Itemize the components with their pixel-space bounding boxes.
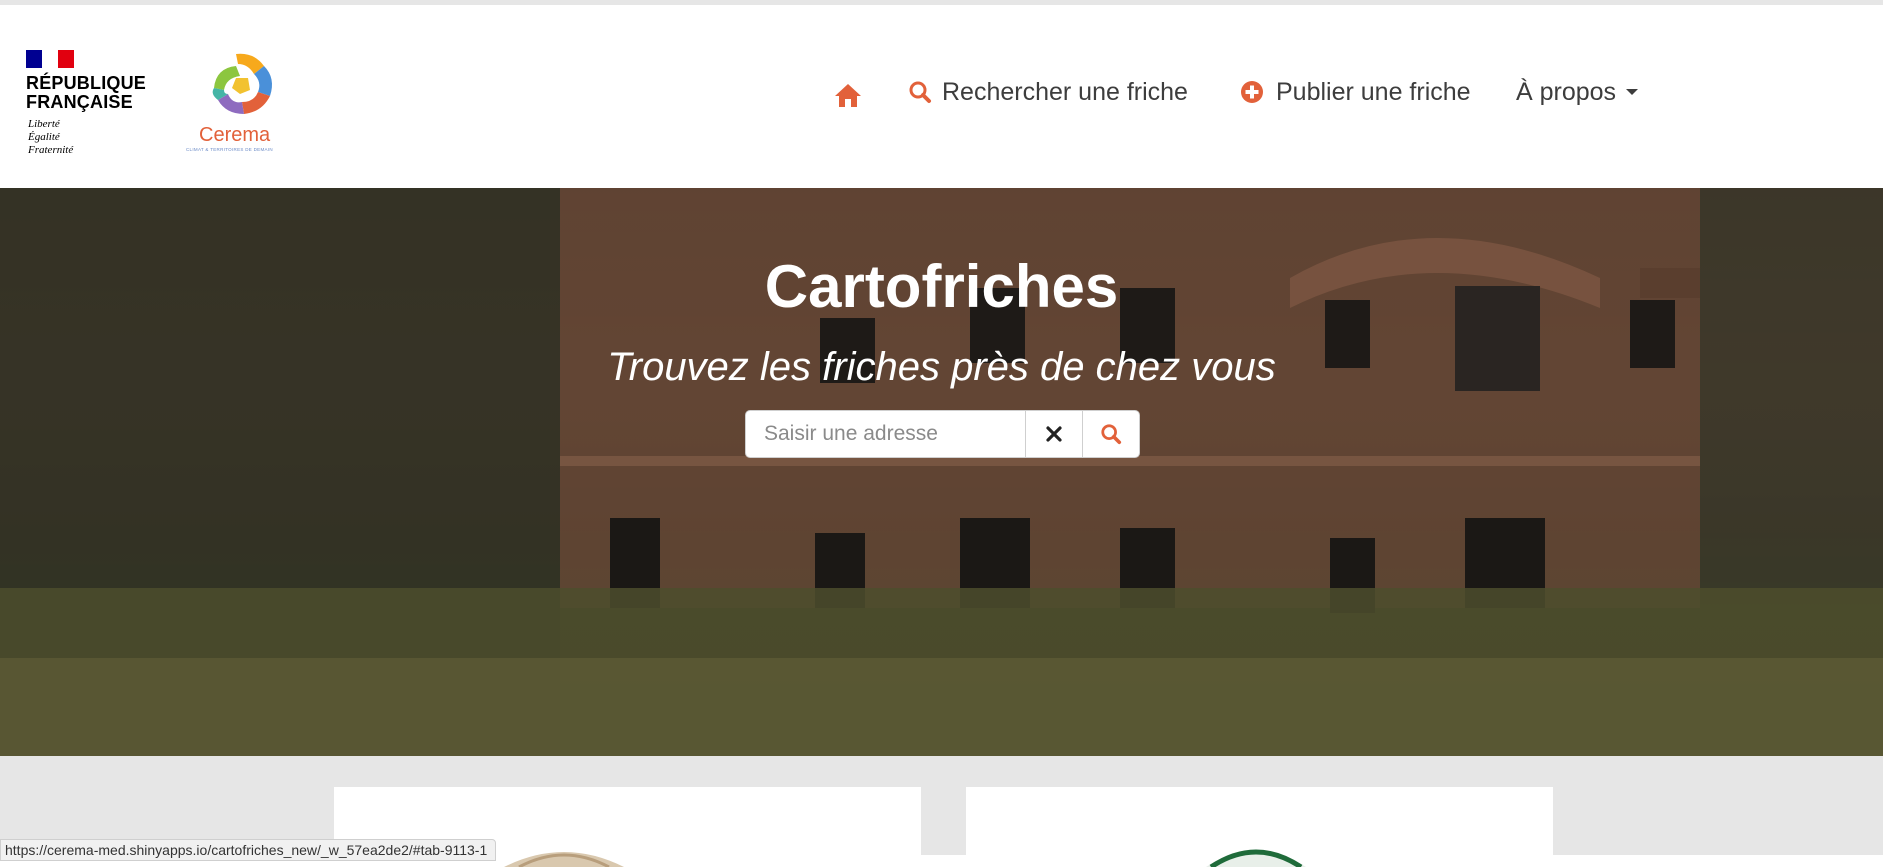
address-search-group	[745, 410, 1140, 460]
hero-title: Cartofriches	[764, 253, 1119, 320]
rf-title: RÉPUBLIQUE FRANÇAISE	[26, 73, 147, 112]
cerema-logo[interactable]: Cerema CLIMAT & TERRITOIRES DE DEMAIN	[184, 48, 294, 158]
card-illustration	[1206, 849, 1306, 867]
submit-search-button[interactable]	[1083, 410, 1140, 458]
site-header: RÉPUBLIQUE FRANÇAISE Liberté Égalité Fra…	[0, 5, 1883, 188]
cerema-tagline: CLIMAT & TERRITOIRES DE DEMAIN	[186, 147, 273, 152]
caret-down-icon	[1626, 89, 1639, 95]
nav-publish-label: Publier une friche	[1276, 77, 1471, 106]
address-search-input[interactable]	[745, 410, 1026, 458]
cerema-wordmark: Cerema	[199, 124, 271, 146]
close-icon	[1046, 426, 1062, 442]
home-icon	[835, 84, 861, 107]
hero-subtitle: Trouvez les friches près de chez vous	[607, 345, 1276, 389]
nav-search-label: Rechercher une friche	[942, 77, 1188, 106]
clear-search-button[interactable]	[1026, 410, 1083, 458]
search-icon	[909, 81, 931, 103]
nav-search-link[interactable]: Rechercher une friche	[908, 70, 1188, 114]
hero-banner: Cartofriches Trouvez les friches près de…	[0, 188, 1883, 756]
nav-about-label: À propos	[1516, 77, 1617, 106]
plus-circle-icon	[1241, 81, 1263, 103]
nav-home-link[interactable]	[834, 73, 862, 117]
rf-motto: Liberté Égalité Fraternité	[28, 118, 74, 156]
nav-publish-link[interactable]: Publier une friche	[1240, 70, 1471, 114]
search-icon	[1101, 424, 1122, 445]
nav-about-dropdown[interactable]: À propos	[1516, 70, 1639, 114]
feature-card[interactable]	[966, 787, 1553, 867]
status-bar-url: https://cerema-med.shinyapps.io/cartofri…	[0, 839, 497, 861]
french-flag-icon	[26, 50, 74, 68]
republique-francaise-logo[interactable]: RÉPUBLIQUE FRANÇAISE Liberté Égalité Fra…	[26, 50, 146, 160]
cerema-emblem-icon	[212, 53, 272, 114]
